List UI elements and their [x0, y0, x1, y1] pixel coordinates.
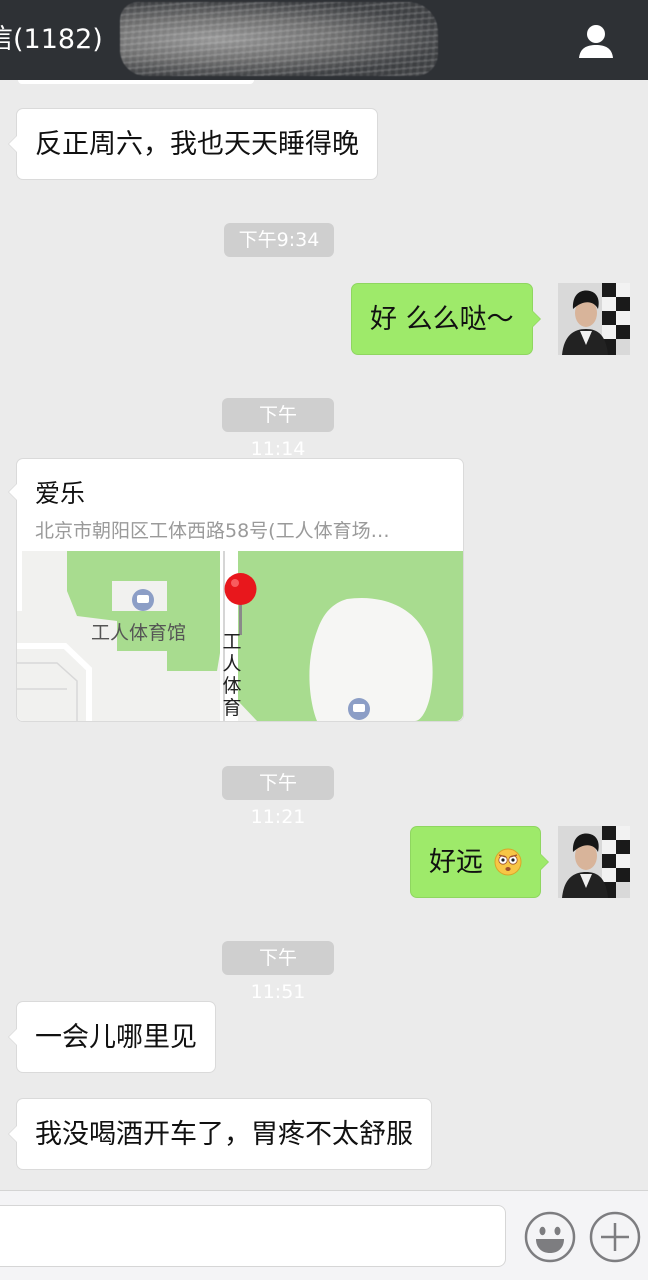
- message-text: 好远: [429, 847, 483, 878]
- location-map[interactable]: 工人体育馆 工人体育: [17, 551, 463, 721]
- chat-header: 信(1182): [0, 0, 648, 80]
- chat-title[interactable]: 信(1182): [0, 20, 103, 60]
- message-list[interactable]: 反正周六，我也天天睡得晚 下午9:34 好 么么哒～ 下午11:14 爱乐 北京…: [0, 80, 648, 1190]
- profile-button[interactable]: [574, 20, 618, 64]
- outgoing-message[interactable]: 好 么么哒～: [351, 283, 541, 355]
- timestamp: 下午11:51: [222, 941, 334, 1003]
- avatar[interactable]: [558, 826, 630, 898]
- more-button[interactable]: [589, 1211, 641, 1263]
- timestamp: 下午9:34: [224, 223, 334, 257]
- message-input[interactable]: [0, 1205, 506, 1267]
- location-name: 爱乐: [35, 479, 86, 508]
- input-bar: [0, 1190, 648, 1280]
- avatar[interactable]: [558, 283, 630, 355]
- map-road-label: 工人体育: [222, 631, 242, 719]
- message-text: 好 么么哒～: [370, 304, 514, 335]
- person-icon: [579, 25, 613, 58]
- redacted-name-scribble: [120, 2, 438, 76]
- timestamp: 下午11:21: [222, 766, 334, 828]
- incoming-message[interactable]: 我没喝酒开车了，胃疼不太舒服: [8, 1098, 432, 1170]
- previous-message-edge: [18, 80, 254, 84]
- location-address: 北京市朝阳区工体西路58号(工人体育场…: [35, 520, 390, 542]
- message-text: 一会儿哪里见: [35, 1022, 197, 1053]
- timestamp: 下午11:14: [222, 398, 334, 460]
- shocked-face-icon: [494, 848, 522, 876]
- incoming-message[interactable]: 一会儿哪里见: [8, 1001, 216, 1073]
- avatar-photo: [558, 826, 630, 898]
- message-text: 我没喝酒开车了，胃疼不太舒服: [35, 1119, 413, 1150]
- message-text: 反正周六，我也天天睡得晚: [35, 129, 359, 160]
- incoming-message[interactable]: 反正周六，我也天天睡得晚: [8, 108, 378, 180]
- location-message[interactable]: 爱乐 北京市朝阳区工体西路58号(工人体育场… 工人体育馆 工人体育: [8, 458, 464, 722]
- smiley-icon: [524, 1211, 576, 1263]
- map-venue-label: 工人体育馆: [91, 622, 187, 644]
- outgoing-message[interactable]: 好远: [410, 826, 549, 898]
- emoji-button[interactable]: [524, 1211, 576, 1263]
- avatar-photo: [558, 283, 630, 355]
- plus-icon: [589, 1211, 641, 1263]
